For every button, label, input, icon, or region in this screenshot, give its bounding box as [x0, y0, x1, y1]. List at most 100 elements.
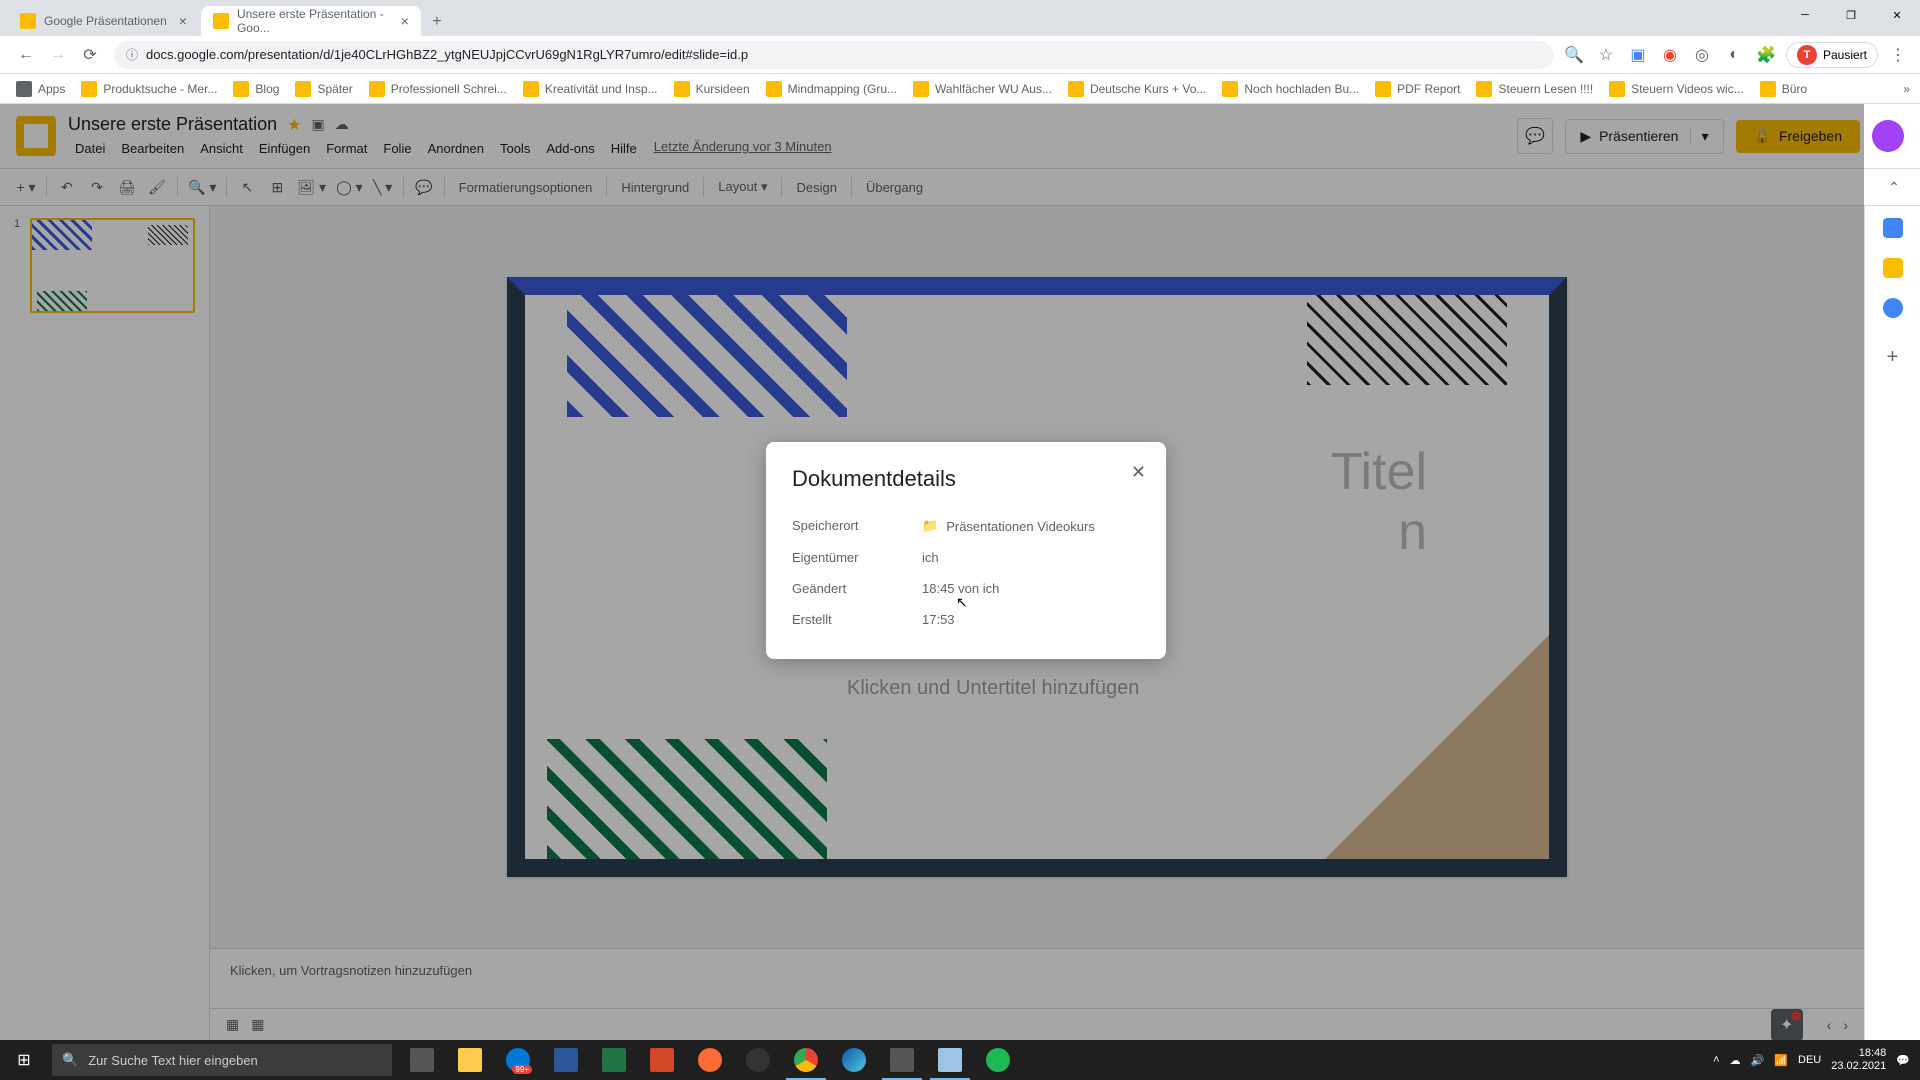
bookmarks-overflow-icon[interactable]: » [1903, 82, 1910, 96]
app-icon[interactable] [878, 1040, 926, 1080]
url-input[interactable]: ⓘ docs.google.com/presentation/d/1je40CL… [114, 41, 1554, 69]
tray-chevron-icon[interactable]: ˄ [1713, 1054, 1719, 1066]
browser-tabs: Google Präsentationen × Unsere erste Prä… [0, 0, 1920, 36]
paused-label: Pausiert [1823, 48, 1867, 62]
owner-label: Eigentümer [792, 550, 922, 565]
edge-icon[interactable] [830, 1040, 878, 1080]
menu-icon[interactable]: ⋮ [1886, 43, 1910, 67]
avatar-icon: T [1797, 45, 1817, 65]
folder-icon [523, 81, 539, 97]
task-view-icon[interactable] [398, 1040, 446, 1080]
created-value: 17:53 [922, 612, 955, 627]
profile-paused-button[interactable]: T Pausiert [1786, 42, 1878, 68]
bookmark-item[interactable]: Mindmapping (Gru... [760, 79, 903, 99]
bookmark-item[interactable]: Später [289, 79, 358, 99]
extension-icon[interactable]: ◎ [1690, 43, 1714, 67]
bookmark-item[interactable]: Blog [227, 79, 285, 99]
app-icon[interactable] [686, 1040, 734, 1080]
tab-google-slides[interactable]: Google Präsentationen × [8, 6, 199, 36]
excel-icon[interactable] [590, 1040, 638, 1080]
reload-button[interactable]: ⟳ [76, 41, 104, 69]
apps-bookmark[interactable]: Apps [10, 79, 71, 99]
language-indicator[interactable]: DEU [1798, 1054, 1821, 1066]
extension-icon[interactable]: ◐ [1722, 43, 1746, 67]
obs-icon[interactable] [734, 1040, 782, 1080]
bookmark-item[interactable]: Kursideen [668, 79, 756, 99]
bookmark-item[interactable]: Büro [1754, 79, 1813, 99]
notepad-icon[interactable] [926, 1040, 974, 1080]
search-icon: 🔍 [62, 1052, 78, 1068]
bookmark-item[interactable]: Steuern Videos wic... [1603, 79, 1750, 99]
bookmark-item[interactable]: Kreativität und Insp... [517, 79, 664, 99]
bookmark-item[interactable]: Wahlfächer WU Aus... [907, 79, 1058, 99]
extension-icon[interactable]: ◉ [1658, 43, 1682, 67]
close-tab-icon[interactable]: × [179, 13, 187, 29]
close-tab-icon[interactable]: × [401, 13, 409, 29]
bookmarks-bar: Apps Produktsuche - Mer... Blog Später P… [0, 74, 1920, 104]
zoom-icon[interactable]: 🔍 [1562, 43, 1586, 67]
apps-icon [16, 81, 32, 97]
spotify-icon[interactable] [974, 1040, 1022, 1080]
bookmark-item[interactable]: PDF Report [1369, 79, 1466, 99]
search-placeholder: Zur Suche Text hier eingeben [88, 1053, 258, 1068]
powerpoint-icon[interactable] [638, 1040, 686, 1080]
new-tab-button[interactable]: + [423, 8, 451, 36]
account-avatar[interactable] [1872, 120, 1904, 152]
onedrive-icon[interactable]: ☁ [1730, 1054, 1741, 1067]
maximize-button[interactable]: ❐ [1828, 0, 1874, 30]
close-window-button[interactable]: ✕ [1874, 0, 1920, 30]
browser-toolbar: ← → ⟳ ⓘ docs.google.com/presentation/d/1… [0, 36, 1920, 74]
folder-icon [766, 81, 782, 97]
folder-icon: 📁 [922, 518, 938, 534]
favicon-slides-icon [213, 13, 229, 29]
back-button[interactable]: ← [12, 41, 40, 69]
word-icon[interactable] [542, 1040, 590, 1080]
minimize-button[interactable]: ─ [1782, 0, 1828, 30]
folder-icon [1476, 81, 1492, 97]
bookmark-item[interactable]: Produktsuche - Mer... [75, 79, 223, 99]
edge-legacy-icon[interactable]: 99+ [494, 1040, 542, 1080]
tab-title: Google Präsentationen [44, 14, 167, 28]
tasks-icon[interactable] [1883, 298, 1903, 318]
side-panel: + [1864, 206, 1920, 1040]
created-label: Erstellt [792, 612, 922, 627]
bookmark-item[interactable]: Deutsche Kurs + Vo... [1062, 79, 1212, 99]
start-button[interactable]: ⊞ [0, 1040, 48, 1080]
collapse-toolbar-icon[interactable]: ⌃ [1880, 173, 1908, 201]
tab-current[interactable]: Unsere erste Präsentation - Goo... × [201, 6, 421, 36]
bookmark-item[interactable]: Noch hochladen Bu... [1216, 79, 1365, 99]
clock[interactable]: 18:48 23.02.2021 [1831, 1047, 1886, 1073]
star-bookmark-icon[interactable]: ☆ [1594, 43, 1618, 67]
volume-icon[interactable]: 🔊 [1751, 1054, 1765, 1067]
bookmark-item[interactable]: Steuern Lesen !!!! [1470, 79, 1599, 99]
notifications-icon[interactable]: 💬 [1896, 1054, 1910, 1067]
folder-icon [1760, 81, 1776, 97]
windows-taskbar: ⊞ 🔍 Zur Suche Text hier eingeben 99+ ˄ ☁… [0, 1040, 1920, 1080]
extension-icon[interactable]: ▣ [1626, 43, 1650, 67]
chrome-icon[interactable] [782, 1040, 830, 1080]
modal-title: Dokumentdetails [792, 466, 1140, 492]
taskbar-search[interactable]: 🔍 Zur Suche Text hier eingeben [52, 1044, 392, 1076]
folder-icon [81, 81, 97, 97]
forward-button[interactable]: → [44, 41, 72, 69]
folder-icon [295, 81, 311, 97]
folder-icon [369, 81, 385, 97]
folder-icon [1609, 81, 1625, 97]
folder-icon [913, 81, 929, 97]
explorer-icon[interactable] [446, 1040, 494, 1080]
location-label: Speicherort [792, 518, 922, 534]
folder-icon [233, 81, 249, 97]
location-value[interactable]: 📁 Präsentationen Videokurs [922, 518, 1095, 534]
add-sidepanel-icon[interactable]: + [1887, 346, 1899, 369]
lock-icon: ⓘ [126, 46, 138, 63]
bookmark-item[interactable]: Professionell Schrei... [363, 79, 513, 99]
keep-icon[interactable] [1883, 258, 1903, 278]
folder-icon [1068, 81, 1084, 97]
folder-icon [674, 81, 690, 97]
modified-value: 18:45 von ich [922, 581, 999, 596]
extensions-icon[interactable]: 🧩 [1754, 43, 1778, 67]
wifi-icon[interactable]: 📶 [1774, 1054, 1788, 1067]
calendar-icon[interactable] [1883, 218, 1903, 238]
close-modal-icon[interactable]: ✕ [1131, 462, 1146, 483]
owner-value: ich [922, 550, 939, 565]
